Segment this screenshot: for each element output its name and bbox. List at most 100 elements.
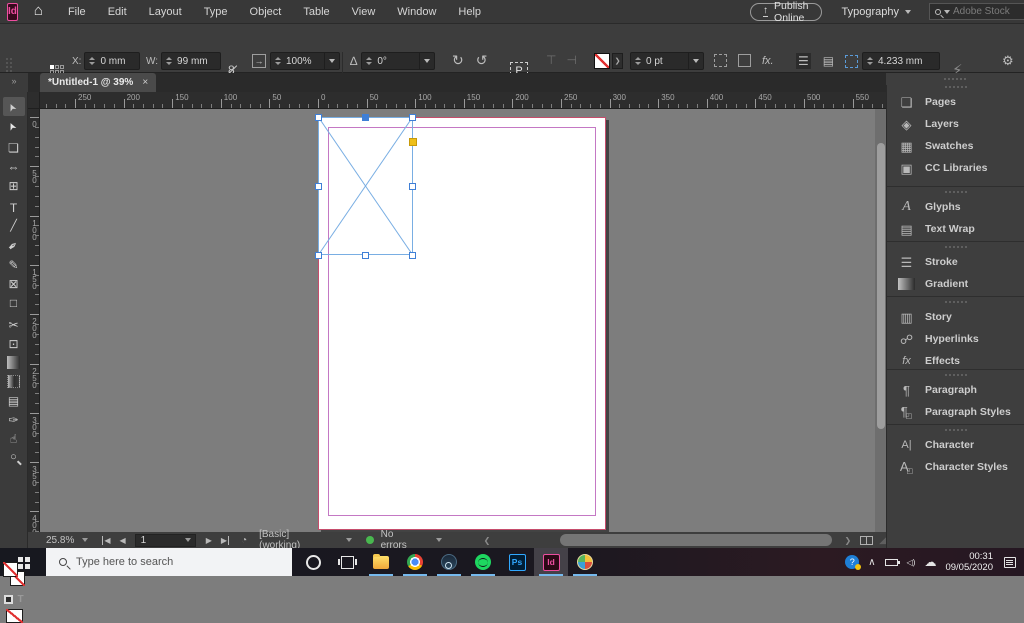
- note-tool[interactable]: ▤: [3, 391, 25, 410]
- gradient-swatch-tool[interactable]: [3, 353, 25, 372]
- group-drag-handle[interactable]: [887, 370, 1024, 379]
- action-center-icon[interactable]: [1004, 557, 1016, 568]
- rectangle-frame-tool[interactable]: ⊠: [3, 274, 25, 293]
- gartic-button[interactable]: [568, 548, 602, 576]
- vertical-scrollbar[interactable]: [875, 109, 886, 532]
- onedrive-cloud-icon[interactable]: ☁: [924, 555, 936, 569]
- scale-x-field[interactable]: 100%: [270, 52, 340, 70]
- selection-tool[interactable]: ➤: [3, 97, 25, 116]
- group-drag-handle[interactable]: [887, 187, 1024, 196]
- resize-grip-icon[interactable]: ◢: [879, 535, 886, 546]
- panel-pages[interactable]: ❏ Pages: [887, 91, 1024, 113]
- ruler-origin-corner[interactable]: [28, 92, 40, 109]
- workspace-switcher[interactable]: Typography: [842, 6, 911, 18]
- text-wrap-none-icon[interactable]: ☰: [796, 53, 811, 69]
- panel-cc-libraries[interactable]: ▣ CC Libraries: [887, 157, 1024, 179]
- errors-dropdown-icon[interactable]: [436, 538, 442, 542]
- scroll-left-arrow[interactable]: ❮: [484, 536, 491, 545]
- preflight-dropdown-icon[interactable]: [346, 538, 352, 542]
- next-page-button[interactable]: ▶: [206, 536, 212, 545]
- corner-radius-field[interactable]: 4.233 mm: [862, 52, 940, 70]
- frame-handle-middle-left[interactable]: [315, 183, 322, 190]
- file-explorer-button[interactable]: [364, 548, 398, 576]
- panel-gradient[interactable]: Gradient: [887, 273, 1024, 295]
- indesign-button[interactable]: Id: [534, 548, 568, 576]
- live-corner-handle[interactable]: [409, 138, 417, 146]
- horizontal-ruler[interactable]: 2502001501005005010015020025030035040045…: [40, 92, 886, 109]
- gap-tool[interactable]: ⇔: [3, 157, 25, 176]
- fill-swatch-none[interactable]: [594, 53, 610, 69]
- line-tool[interactable]: ╱: [3, 217, 25, 236]
- panel-stroke[interactable]: ☰ Stroke: [887, 251, 1024, 273]
- horizontal-scrollbar[interactable]: [502, 534, 838, 546]
- pencil-tool[interactable]: ✎: [3, 255, 25, 274]
- document-tab[interactable]: *Untitled-1 @ 39% ×: [40, 73, 156, 92]
- corner-options-icon[interactable]: [714, 54, 727, 67]
- effects-button[interactable]: fx.: [762, 55, 774, 67]
- apply-none-button[interactable]: [6, 609, 23, 623]
- panel-paragraph-styles[interactable]: ¶ Paragraph Styles: [887, 401, 1024, 423]
- gear-icon[interactable]: ⚙: [1002, 53, 1014, 69]
- photoshop-button[interactable]: Ps: [500, 548, 534, 576]
- menu-item[interactable]: Type: [204, 6, 228, 18]
- panel-hyperlinks[interactable]: ☍ Hyperlinks: [887, 328, 1024, 350]
- zoom-level[interactable]: 25.8%: [46, 535, 74, 546]
- menu-item[interactable]: File: [68, 6, 86, 18]
- tray-chevron-icon[interactable]: ∧: [868, 557, 875, 568]
- page-tool[interactable]: ❏: [3, 138, 25, 157]
- group-drag-handle[interactable]: [887, 82, 1024, 91]
- panel-character[interactable]: A| Character: [887, 434, 1024, 456]
- scroll-right-arrow[interactable]: ❯: [845, 536, 852, 545]
- frame-handle-top-right[interactable]: [409, 114, 416, 121]
- direct-selection-tool[interactable]: ➤: [3, 116, 25, 135]
- menu-item[interactable]: Layout: [149, 6, 182, 18]
- help-tray-icon[interactable]: ?: [845, 555, 859, 569]
- chrome-button[interactable]: [398, 548, 432, 576]
- stock-search-input[interactable]: [953, 6, 1023, 17]
- frame-handle-middle-right[interactable]: [409, 183, 416, 190]
- pen-tool[interactable]: ✒: [3, 236, 25, 255]
- group-drag-handle[interactable]: [887, 242, 1024, 251]
- task-view-button[interactable]: [330, 548, 364, 576]
- taskbar-clock[interactable]: 00:31 09/05/2020: [945, 551, 993, 573]
- pasteboard[interactable]: [40, 109, 886, 532]
- rotate-cw-icon[interactable]: ↻: [452, 52, 464, 69]
- vertical-ruler[interactable]: 050100150200250300350400: [28, 109, 40, 532]
- frame-fitting-icon[interactable]: [738, 54, 751, 67]
- rotation-field[interactable]: 0°: [361, 52, 435, 70]
- steam-button[interactable]: [432, 548, 466, 576]
- menu-item[interactable]: Help: [458, 6, 481, 18]
- speaker-icon[interactable]: ◁): [907, 558, 916, 567]
- frame-handle-top-left[interactable]: [315, 114, 322, 121]
- frame-handle-bottom-right[interactable]: [409, 252, 416, 259]
- frame-handle-bottom-left[interactable]: [315, 252, 322, 259]
- adobe-stock-search[interactable]: [929, 3, 1024, 20]
- first-page-button[interactable]: ◀: [102, 536, 110, 545]
- rotate-ccw-icon[interactable]: ↺: [476, 52, 488, 69]
- hand-tool[interactable]: ☝: [3, 429, 25, 448]
- frame-handle-bottom-center[interactable]: [362, 252, 369, 259]
- panel-layers[interactable]: ◈ Layers: [887, 113, 1024, 135]
- width-field[interactable]: 99 mm: [161, 52, 221, 70]
- cortana-button[interactable]: [296, 548, 330, 576]
- close-tab-icon[interactable]: ×: [142, 77, 148, 88]
- toolbar-overflow[interactable]: »: [0, 73, 28, 92]
- panel-character-styles[interactable]: A Character Styles: [887, 456, 1024, 478]
- taskbar-search-input[interactable]: [76, 556, 256, 568]
- spotify-button[interactable]: [466, 548, 500, 576]
- stroke-weight-field[interactable]: 0 pt: [630, 52, 704, 70]
- zoom-dropdown-icon[interactable]: [82, 538, 88, 542]
- preflight-icon[interactable]: ◔: [241, 535, 247, 546]
- menu-item[interactable]: Object: [250, 6, 282, 18]
- group-drag-handle[interactable]: [887, 425, 1024, 434]
- menu-item[interactable]: Edit: [108, 6, 127, 18]
- group-drag-handle[interactable]: [887, 297, 1024, 306]
- panel-paragraph[interactable]: ¶ Paragraph: [887, 379, 1024, 401]
- scissors-tool[interactable]: ✂: [3, 315, 25, 334]
- free-transform-tool[interactable]: ⊡: [3, 334, 25, 353]
- panel-glyphs[interactable]: A Glyphs: [887, 196, 1024, 218]
- gradient-feather-tool[interactable]: [3, 372, 25, 391]
- vertical-scrollbar-thumb[interactable]: [877, 143, 885, 429]
- panel-swatches[interactable]: ▦ Swatches: [887, 135, 1024, 157]
- previous-page-button[interactable]: ◀: [120, 536, 126, 545]
